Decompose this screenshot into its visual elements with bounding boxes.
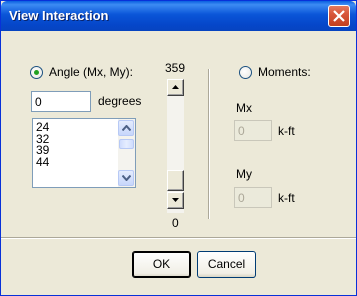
chevron-down-icon: [122, 175, 131, 181]
ok-button[interactable]: OK: [132, 251, 191, 278]
slider-max-label: 359: [165, 61, 186, 75]
moments-label: Moments:: [258, 65, 311, 79]
mx-unit-label: k-ft: [278, 124, 295, 138]
arrow-down-icon: [172, 198, 179, 202]
window-title: View Interaction: [9, 8, 109, 23]
list-scrollbar[interactable]: [118, 119, 135, 187]
list-item[interactable]: 44: [36, 156, 49, 169]
mx-label: Mx: [236, 101, 252, 115]
slider-up-button[interactable]: [167, 79, 184, 96]
arrow-up-icon: [172, 85, 179, 89]
angle-radio[interactable]: [30, 66, 43, 79]
slider-min-label: 0: [172, 216, 179, 230]
angle-slider[interactable]: [167, 79, 184, 213]
my-input[interactable]: 0: [234, 187, 272, 208]
my-label: My: [236, 167, 252, 181]
close-button[interactable]: [328, 5, 350, 27]
chevron-up-icon: [122, 125, 131, 131]
horizontal-divider: [1, 237, 356, 239]
slider-down-button[interactable]: [167, 192, 184, 209]
mx-input[interactable]: 0: [234, 120, 272, 141]
view-interaction-dialog: View Interaction Angle (Mx, My): 0 degre…: [0, 0, 357, 296]
angle-degrees-input[interactable]: 0: [31, 91, 91, 112]
slider-thumb[interactable]: [167, 170, 184, 191]
list-scroll-up-button[interactable]: [118, 120, 134, 136]
vertical-divider: [208, 69, 210, 219]
close-icon: [333, 10, 345, 22]
cancel-button[interactable]: Cancel: [197, 251, 256, 278]
angle-label: Angle (Mx, My):: [49, 65, 134, 79]
list-scroll-thumb[interactable]: [119, 139, 134, 149]
my-unit-label: k-ft: [278, 191, 295, 205]
angle-list[interactable]: 24 32 39 44: [32, 118, 136, 188]
title-bar[interactable]: View Interaction: [1, 1, 356, 31]
list-scroll-down-button[interactable]: [118, 170, 134, 186]
degrees-unit-label: degrees: [98, 94, 142, 108]
moments-radio[interactable]: [239, 66, 252, 79]
